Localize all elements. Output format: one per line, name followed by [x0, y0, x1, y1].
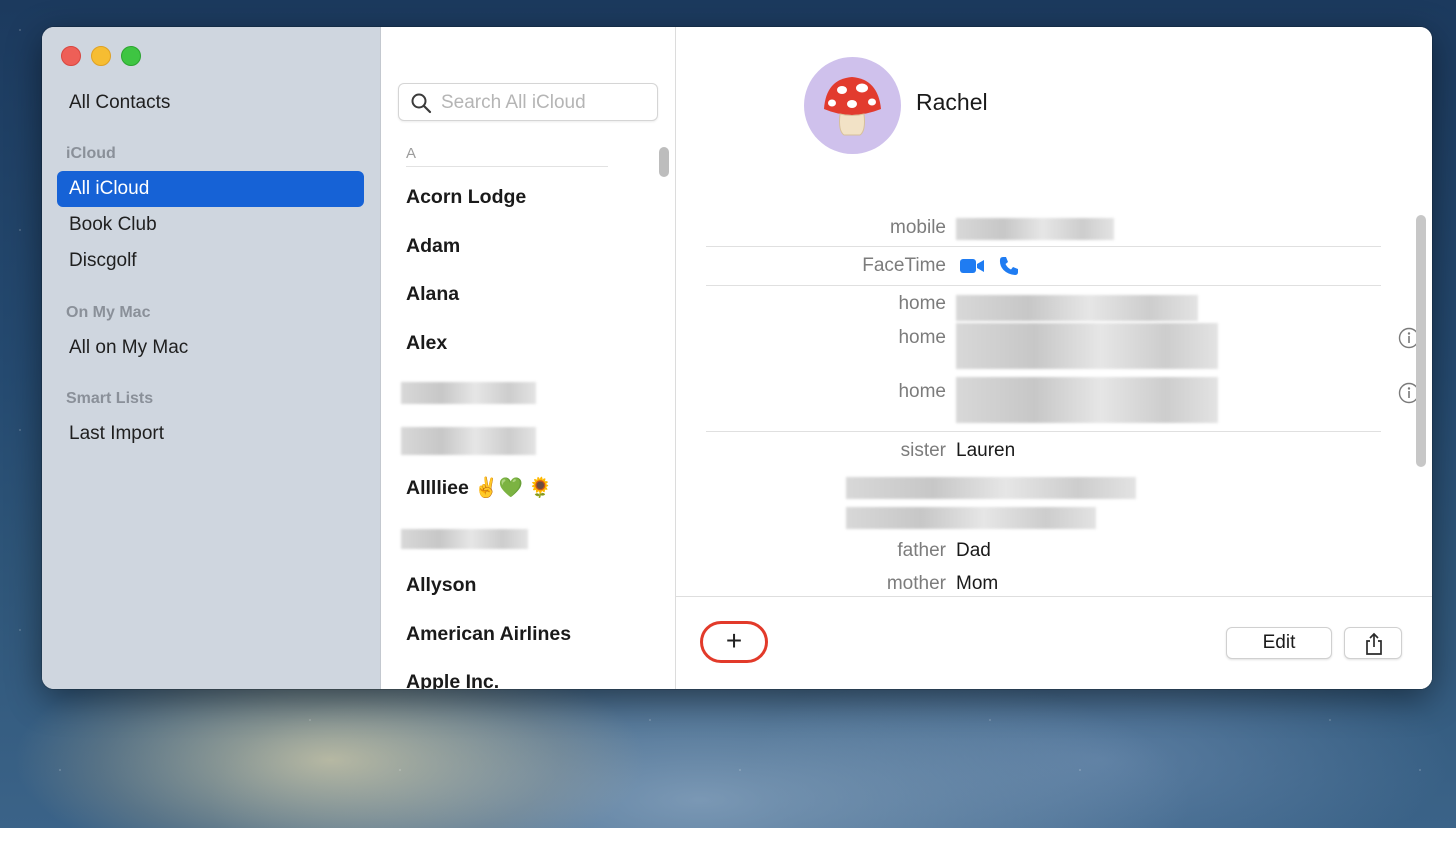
sidebar-header-on-my-mac: On My Mac: [66, 304, 151, 321]
section-letter-a: A: [406, 145, 608, 167]
mobile-value-redacted[interactable]: [956, 218, 1114, 240]
contact-alex[interactable]: Alex: [406, 332, 447, 355]
contact-redacted[interactable]: [401, 382, 536, 404]
close-window-button[interactable]: [61, 46, 81, 66]
contact-american-airlines[interactable]: American Airlines: [406, 623, 571, 646]
contact-redacted[interactable]: [401, 529, 528, 549]
home-address-redacted[interactable]: [956, 323, 1218, 369]
field-label-facetime: FaceTime: [862, 255, 946, 276]
field-label-home: home: [898, 381, 946, 402]
contact-redacted[interactable]: [401, 427, 536, 455]
field-label-father: father: [897, 540, 946, 561]
contact-acorn-lodge[interactable]: Acorn Lodge: [406, 186, 526, 209]
detail-scrollbar[interactable]: [1416, 215, 1426, 467]
sidebar-item-discgolf[interactable]: Discgolf: [57, 243, 364, 279]
list-scrollbar[interactable]: [659, 147, 669, 177]
search-icon: [411, 93, 432, 114]
contact-list: A Acorn Lodge Adam Alana Alex Allllie​e …: [381, 27, 676, 689]
related-field-redacted[interactable]: [846, 507, 1096, 529]
contact-allyson[interactable]: Allyson: [406, 574, 476, 597]
field-label-mobile: mobile: [890, 217, 946, 238]
field-label-mother: mother: [886, 573, 946, 594]
share-icon: [1366, 632, 1382, 655]
sidebar-item-all-contacts[interactable]: All Contacts: [57, 85, 364, 121]
contacts-window: All Contacts iCloud All iCloud Book Club…: [42, 27, 1432, 689]
contact-allliee[interactable]: Allllie​e ✌️💚 🌻: [406, 476, 553, 500]
detail-footer: + Edit: [676, 596, 1432, 689]
field-divider: [706, 431, 1381, 432]
search-input[interactable]: [439, 90, 653, 116]
field-divider: [706, 285, 1381, 286]
field-label-home: home: [898, 293, 946, 314]
related-field-redacted[interactable]: [846, 477, 1136, 499]
minimize-window-button[interactable]: [91, 46, 111, 66]
field-value-mother[interactable]: Mom: [956, 573, 998, 595]
field-label-home: home: [898, 327, 946, 348]
share-button[interactable]: [1344, 627, 1402, 659]
contact-apple-inc[interactable]: Apple Inc.: [406, 671, 499, 689]
home-value-redacted[interactable]: [956, 295, 1198, 321]
add-button[interactable]: +: [700, 621, 768, 663]
facetime-audio-icon[interactable]: [998, 255, 1020, 277]
sidebar-item-last-import[interactable]: Last Import: [57, 416, 364, 452]
field-divider: [706, 246, 1381, 247]
contact-alana[interactable]: Alana: [406, 283, 459, 306]
contact-avatar[interactable]: [804, 57, 901, 154]
home-address-redacted[interactable]: [956, 377, 1218, 423]
edit-button[interactable]: Edit: [1226, 627, 1332, 659]
field-value-sister[interactable]: Lauren: [956, 440, 1015, 462]
zoom-window-button[interactable]: [121, 46, 141, 66]
contact-adam[interactable]: Adam: [406, 235, 460, 258]
sidebar: All Contacts iCloud All iCloud Book Club…: [42, 27, 381, 689]
search-field[interactable]: [398, 83, 658, 121]
sidebar-item-all-icloud[interactable]: All iCloud: [57, 171, 364, 207]
field-label-sister: sister: [900, 440, 946, 461]
sidebar-item-book-club[interactable]: Book Club: [57, 207, 364, 243]
field-value-father[interactable]: Dad: [956, 540, 991, 562]
sidebar-item-all-on-my-mac[interactable]: All on My Mac: [57, 330, 364, 366]
sidebar-header-smart-lists: Smart Lists: [66, 390, 154, 407]
contact-name: Rachel: [916, 89, 988, 115]
facetime-video-icon[interactable]: [959, 256, 985, 276]
mushroom-icon: [824, 77, 881, 136]
sidebar-header-icloud: iCloud: [66, 145, 116, 162]
contact-detail: Rachel mobile FaceTime home home home si…: [676, 27, 1432, 689]
